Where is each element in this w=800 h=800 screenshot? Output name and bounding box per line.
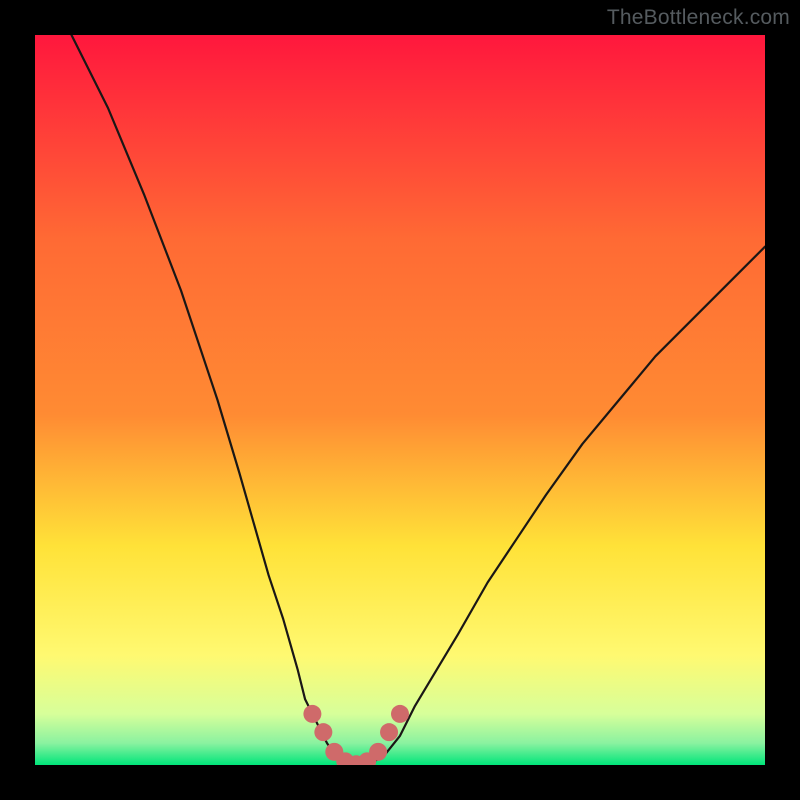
plot-area [35,35,765,765]
curve-marker [369,743,387,761]
chart-svg [35,35,765,765]
curve-marker [303,705,321,723]
curve-marker [314,723,332,741]
background-gradient [35,35,765,765]
chart-frame: TheBottleneck.com [0,0,800,800]
curve-marker [380,723,398,741]
curve-marker [391,705,409,723]
watermark-text: TheBottleneck.com [607,6,790,30]
